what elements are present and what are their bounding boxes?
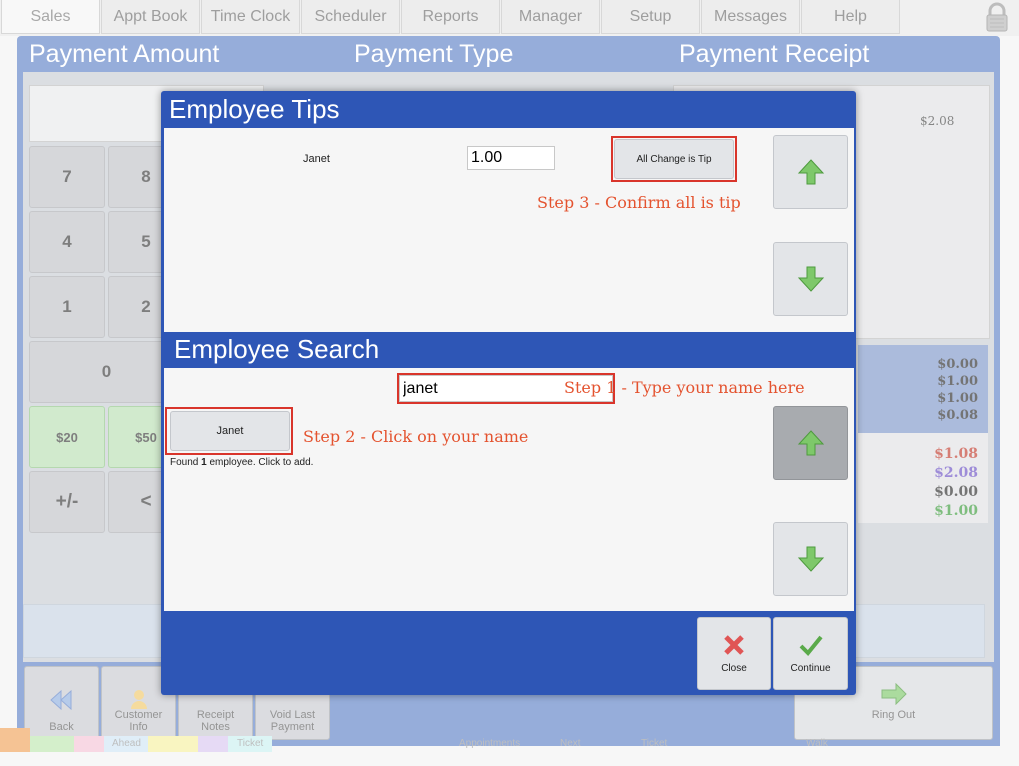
close-label: Close (721, 663, 747, 674)
step3-annotation: Step 3 - Confirm all is tip (537, 193, 741, 212)
found-prefix: Found (170, 457, 202, 468)
search-pane (164, 368, 854, 611)
tips-scroll-down-button[interactable] (773, 242, 848, 316)
down-arrow-icon (797, 266, 824, 292)
step1-annotation: Step 1 - Type your name here (564, 378, 805, 397)
found-suffix: employee. Click to add. (206, 457, 314, 468)
search-title: Employee Search (174, 334, 380, 364)
step2-annotation: Step 2 - Click on your name (303, 427, 529, 446)
tip-amount-input[interactable] (467, 146, 555, 170)
checkmark-icon (799, 635, 823, 656)
up-arrow-icon (797, 159, 824, 185)
search-scroll-down-button[interactable] (773, 522, 848, 596)
found-employee-message: Found 1 employee. Click to add. (170, 457, 313, 468)
close-button[interactable]: Close (697, 617, 771, 690)
employee-result-janet[interactable]: Janet (170, 411, 290, 451)
continue-label: Continue (790, 663, 831, 674)
search-scroll-up-button[interactable] (773, 406, 848, 480)
tips-scroll-up-button[interactable] (773, 135, 848, 209)
down-arrow-icon (797, 546, 824, 572)
dialog-title: Employee Tips (169, 94, 340, 124)
continue-button[interactable]: Continue (773, 617, 848, 690)
close-icon (724, 635, 744, 655)
up-arrow-icon (797, 430, 824, 456)
all-change-is-tip-button[interactable]: All Change is Tip (614, 139, 734, 179)
tip-employee-name: Janet (303, 153, 330, 165)
